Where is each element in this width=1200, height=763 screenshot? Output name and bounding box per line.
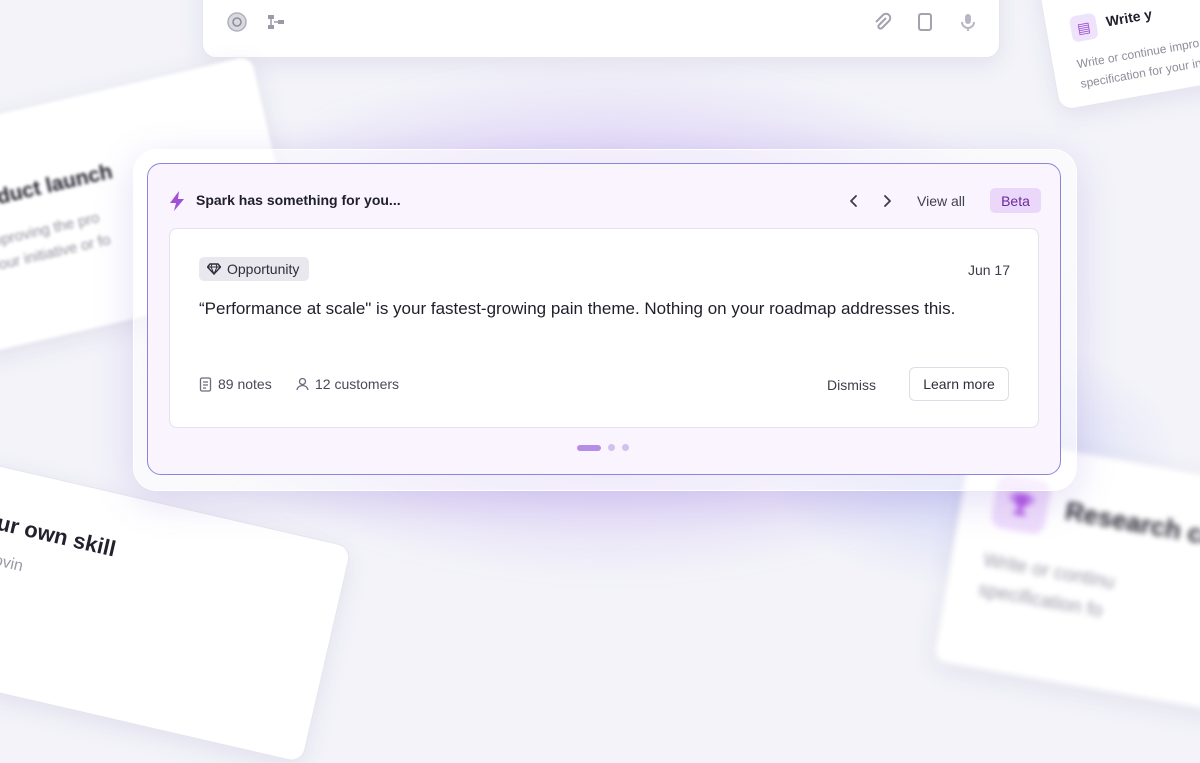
background-card-text: improving the pro your initiative or fo	[0, 209, 113, 276]
background-card-text: Write or continu specification fo	[976, 549, 1117, 623]
spark-panel-title: Spark has something for you...	[196, 192, 401, 208]
background-card-text: Write or continue impro specification fo…	[1075, 35, 1200, 91]
pagination-dots	[577, 444, 629, 451]
opportunity-tag: Opportunity	[199, 257, 310, 281]
previous-button[interactable]	[843, 190, 865, 212]
diamond-icon	[207, 263, 221, 275]
pagination-dot[interactable]	[577, 444, 601, 451]
chevron-left-icon	[850, 195, 857, 207]
customers-label: 12 customers	[315, 376, 400, 392]
at-icon	[226, 11, 248, 33]
customers-count[interactable]: 12 customers	[296, 376, 399, 392]
background-composer-bar	[202, 0, 1000, 58]
flow-icon	[265, 11, 287, 33]
background-card-title: Research ca	[1063, 495, 1200, 552]
pagination-dot[interactable]	[622, 444, 629, 451]
insight-date: Jun 17	[967, 262, 1010, 278]
tablet-icon	[914, 11, 936, 33]
spark-bolt-icon	[168, 190, 186, 212]
notes-count[interactable]: 89 notes	[199, 376, 272, 392]
beta-badge: Beta	[990, 188, 1041, 213]
notes-icon	[199, 376, 212, 392]
tag-label: Opportunity	[227, 261, 300, 277]
pagination-dot[interactable]	[608, 444, 615, 451]
mic-icon	[957, 11, 979, 33]
view-all-link[interactable]: View all	[917, 193, 965, 209]
background-card-write: ▤ Write y Write or continue impro specif…	[1033, 0, 1200, 111]
background-card-title: Write y	[1104, 5, 1154, 30]
background-card-title: ur own skill	[0, 509, 119, 562]
user-icon	[296, 377, 309, 391]
document-icon: ▤	[1068, 12, 1099, 43]
chevron-right-icon	[884, 195, 891, 207]
next-button[interactable]	[876, 190, 898, 212]
insight-message: “Performance at scale" is your fastest-g…	[199, 299, 956, 318]
learn-more-button[interactable]: Learn more	[909, 367, 1009, 401]
dismiss-button[interactable]: Dismiss	[827, 377, 876, 393]
background-card-text: rovin	[0, 550, 25, 576]
paperclip-icon	[871, 11, 893, 33]
notes-label: 89 notes	[218, 376, 272, 392]
